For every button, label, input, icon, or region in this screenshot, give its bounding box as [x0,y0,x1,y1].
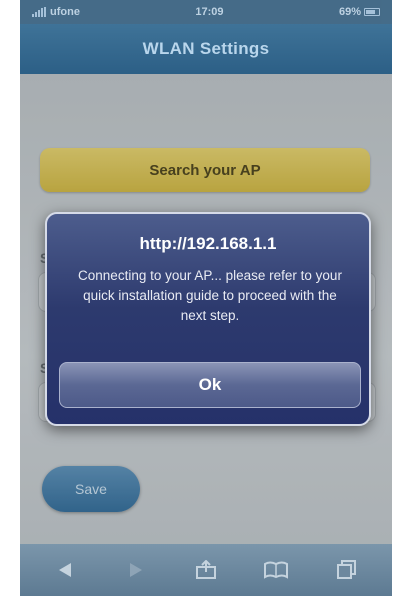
carrier-group: ufone [32,6,80,18]
back-icon[interactable] [45,555,85,585]
alert-title: http://192.168.1.1 [139,234,277,253]
forward-icon[interactable] [116,555,156,585]
carrier-name: ufone [50,6,80,18]
status-time: 17:09 [195,6,224,18]
battery-icon [364,8,380,16]
phone-screen: ufone 17:09 69% WLAN Settings Search you… [20,0,392,596]
bookmarks-icon[interactable] [256,555,296,585]
browser-toolbar [20,544,392,596]
signal-icon [32,7,46,17]
battery-group: 69% [339,6,380,18]
status-bar: ufone 17:09 69% [20,0,392,24]
navigation-bar: WLAN Settings [20,24,392,74]
share-icon[interactable] [186,555,226,585]
tabs-icon[interactable] [327,555,367,585]
alert-message: Connecting to your AP... please refer to… [78,268,342,323]
page-title: WLAN Settings [142,39,270,58]
battery-percent: 69% [338,6,361,18]
alert-dialog: http://192.168.1.1 Connecting to your AP… [45,212,371,426]
alert-ok-button[interactable]: Ok [59,362,361,408]
